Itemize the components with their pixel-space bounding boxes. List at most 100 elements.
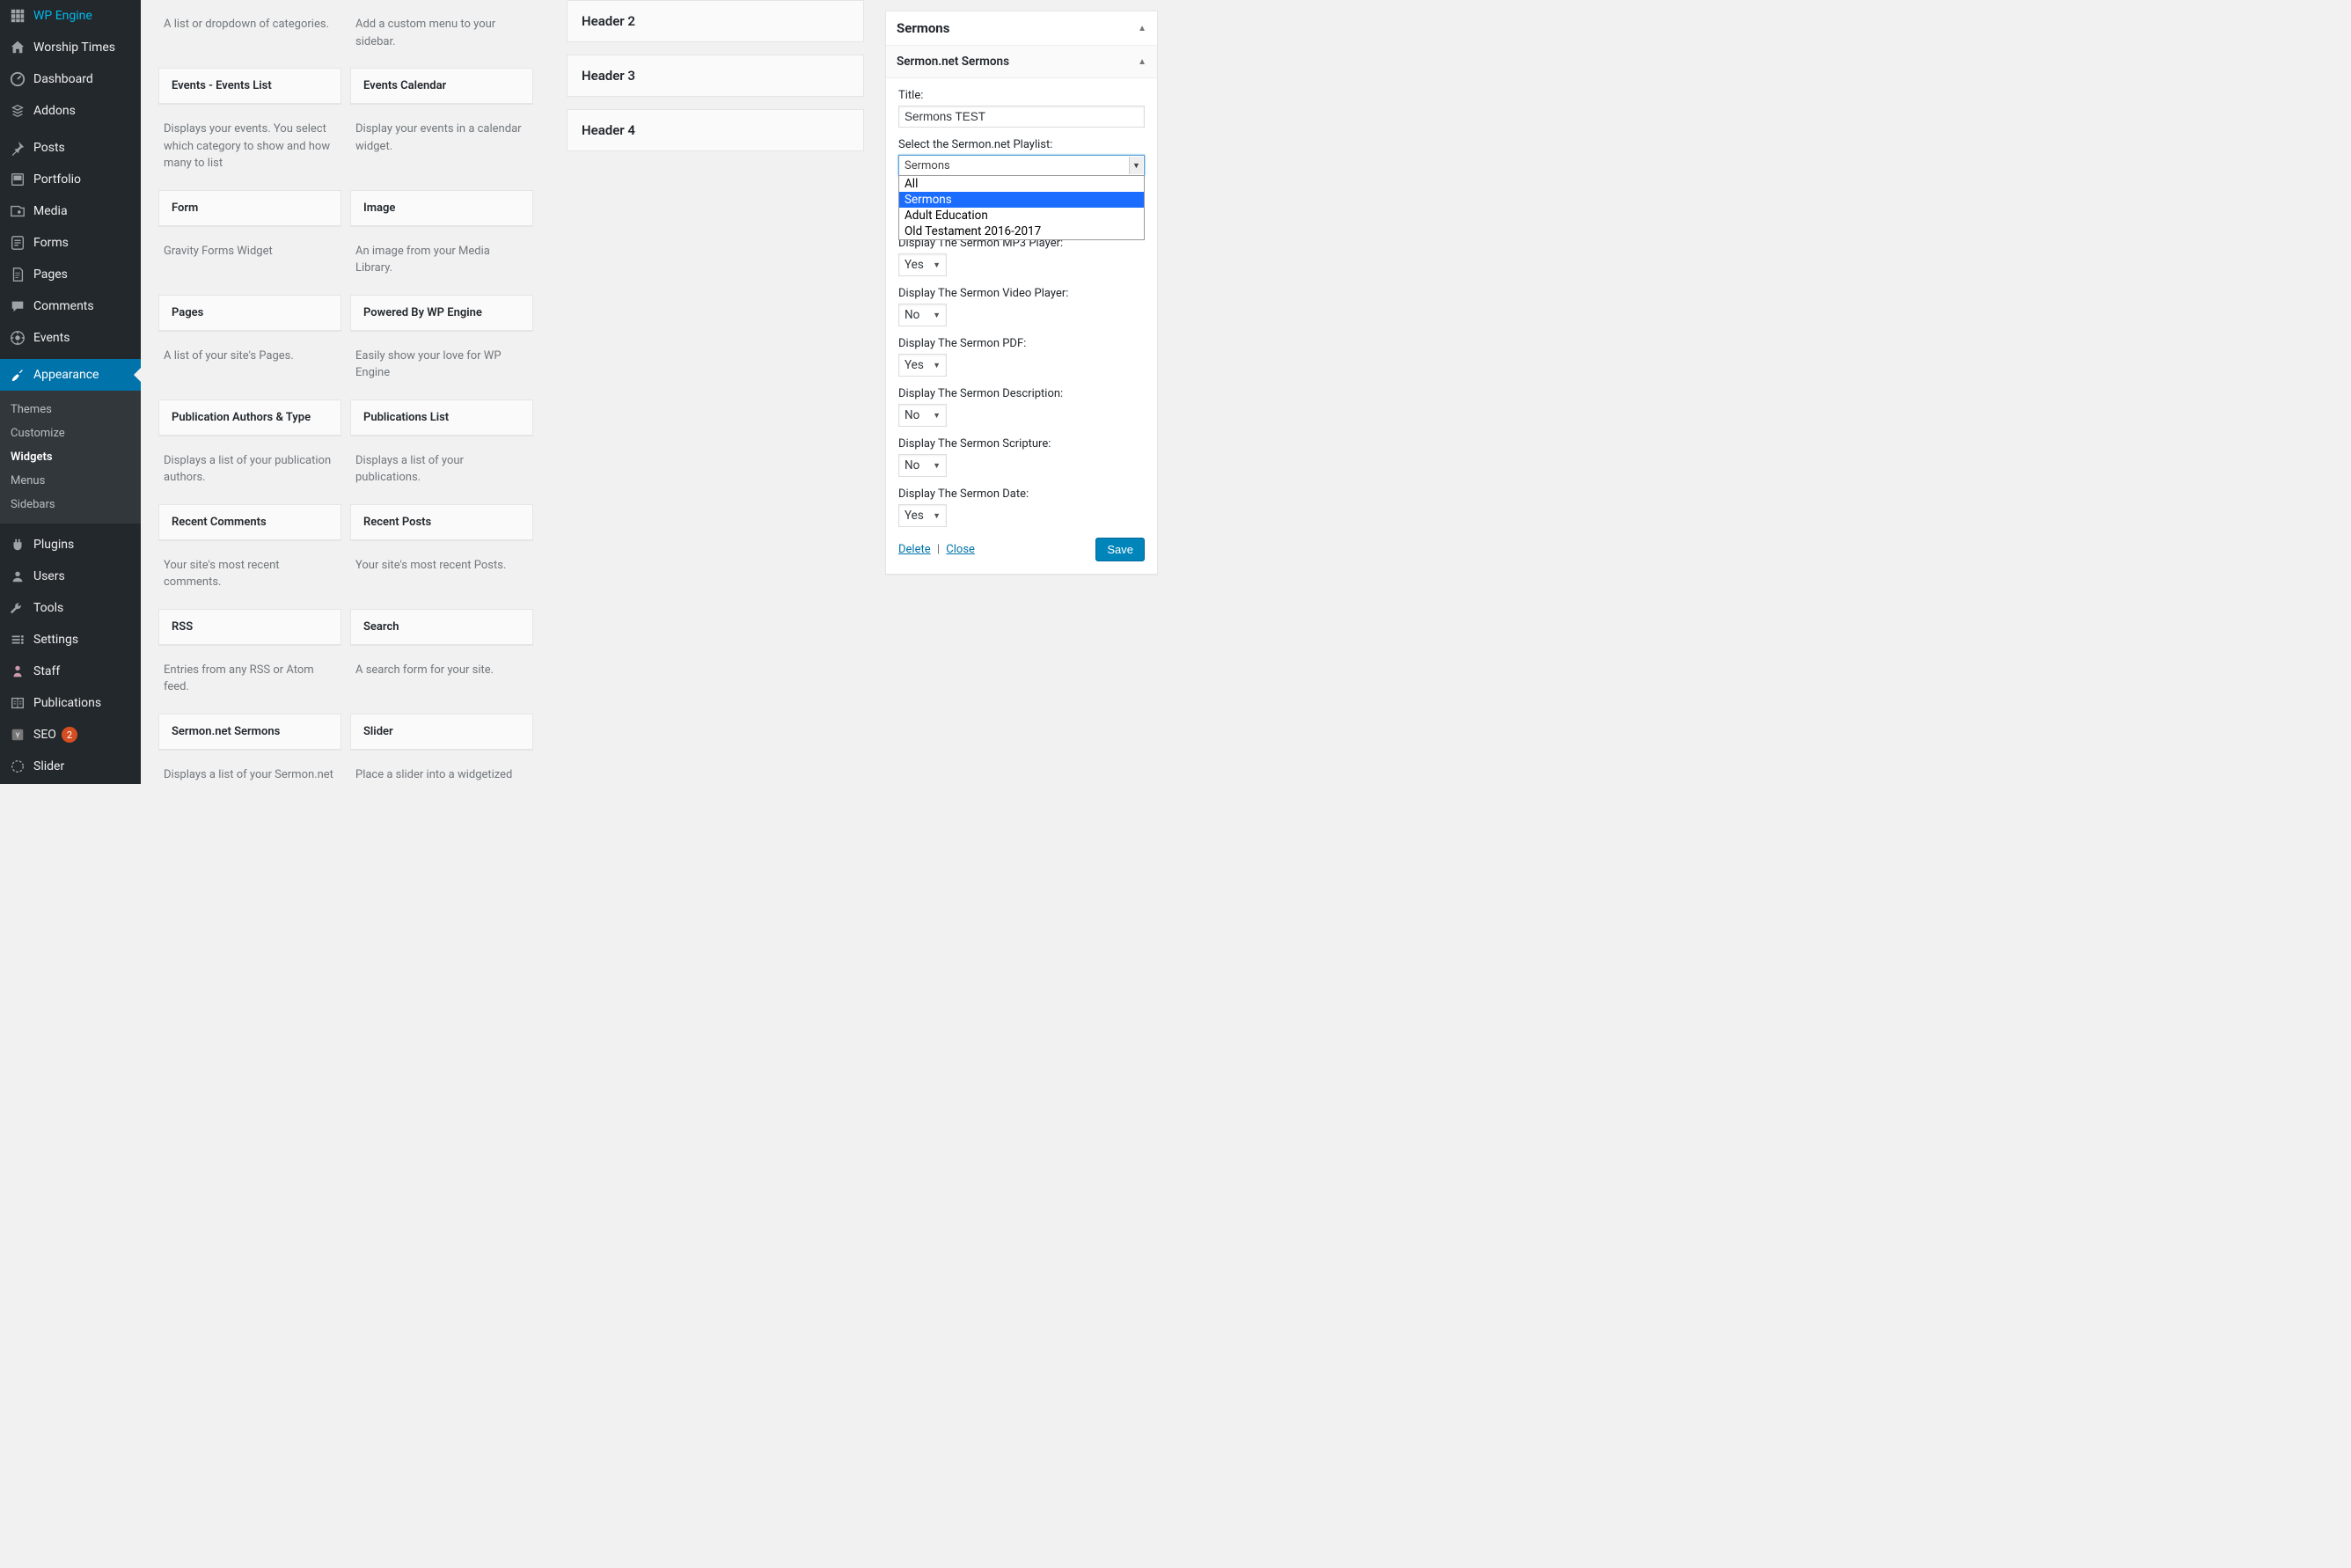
- desc-select[interactable]: No▼: [898, 404, 947, 427]
- widget-sermon-net-sermons[interactable]: Sermon.net Sermons: [158, 714, 341, 751]
- sidebar-item-addons[interactable]: Addons: [0, 95, 141, 127]
- sidebar-item-portfolio[interactable]: Portfolio: [0, 164, 141, 195]
- widget-areas: Header 2 Header 3 Header 4: [567, 0, 864, 784]
- sidebar-item-settings[interactable]: Settings: [0, 624, 141, 656]
- sidebar-item-posts[interactable]: Posts: [0, 132, 141, 164]
- sidebar-item-comments[interactable]: Comments: [0, 290, 141, 322]
- widget-title: Powered By WP Engine: [351, 296, 532, 331]
- svg-text:Y: Y: [16, 731, 20, 740]
- plugin-icon: [9, 536, 26, 553]
- sidebar-item-appearance[interactable]: Appearance: [0, 359, 141, 391]
- playlist-select-value: Sermons: [905, 159, 950, 172]
- widget-area-header-2[interactable]: Header 2: [567, 0, 864, 42]
- panel-title-row[interactable]: Sermons ▲: [886, 11, 1157, 45]
- sidebar-item-staff[interactable]: Staff: [0, 656, 141, 687]
- sidebar-item-label: Comments: [33, 299, 94, 313]
- widget-area-header-3[interactable]: Header 3: [567, 55, 864, 97]
- widget-events-calendar[interactable]: Events Calendar: [350, 68, 533, 105]
- widget-events-events-list[interactable]: Events - Events List: [158, 68, 341, 105]
- date-select[interactable]: Yes▼: [898, 504, 947, 527]
- widget-image[interactable]: Image: [350, 190, 533, 227]
- playlist-dropdown: AllSermonsAdult EducationOld Testament 2…: [898, 175, 1145, 240]
- sidebar-item-forms[interactable]: Forms: [0, 227, 141, 259]
- playlist-option[interactable]: Sermons: [899, 192, 1144, 208]
- sidebar-item-media[interactable]: Media: [0, 195, 141, 227]
- widget-title: Events - Events List: [159, 69, 341, 104]
- sidebar-item-cornerstone[interactable]: Cornerstone: [0, 782, 141, 784]
- submenu-item-sidebars[interactable]: Sidebars: [0, 493, 141, 517]
- sidebar-item-label: Tools: [33, 601, 63, 615]
- sidebar-item-wp-engine[interactable]: WP Engine: [0, 0, 141, 32]
- delete-link[interactable]: Delete: [898, 543, 931, 556]
- submenu-item-customize[interactable]: Customize: [0, 421, 141, 445]
- sidebar-item-dashboard[interactable]: Dashboard: [0, 63, 141, 95]
- submenu-item-menus[interactable]: Menus: [0, 469, 141, 493]
- collapse-icon: ▲: [1138, 24, 1146, 33]
- widget-title: Recent Comments: [159, 505, 341, 540]
- widget-pages[interactable]: Pages: [158, 295, 341, 332]
- playlist-select[interactable]: Sermons ▼: [898, 155, 1145, 176]
- sidebar-item-tools[interactable]: Tools: [0, 592, 141, 624]
- widget-powered-by-wp-engine[interactable]: Powered By WP Engine: [350, 295, 533, 332]
- sidebar-item-seo[interactable]: YSEO2: [0, 719, 141, 751]
- mp3-select[interactable]: Yes▼: [898, 253, 947, 276]
- widget-recent-posts[interactable]: Recent Posts: [350, 504, 533, 541]
- widget-instance-title: Sermon.net Sermons: [897, 55, 1009, 69]
- home-icon: [9, 39, 26, 56]
- sidebar-item-publications[interactable]: Publications: [0, 687, 141, 719]
- sidebar-item-worship-times[interactable]: Worship Times: [0, 32, 141, 63]
- submenu-item-widgets[interactable]: Widgets: [0, 445, 141, 469]
- events-icon: [9, 329, 26, 347]
- sidebar-item-label: Users: [33, 569, 65, 583]
- sidebar-item-label: Staff: [33, 664, 60, 678]
- playlist-option[interactable]: All: [899, 176, 1144, 192]
- widget-area-header-4[interactable]: Header 4: [567, 109, 864, 151]
- admin-sidebar: WP EngineWorship TimesDashboardAddons Po…: [0, 0, 141, 784]
- wpengine-icon: [9, 7, 26, 25]
- chevron-down-icon: ▼: [933, 260, 941, 270]
- close-link[interactable]: Close: [946, 543, 975, 556]
- widget-description: Place a slider into a widgetized area.: [350, 759, 533, 785]
- footer-links: Delete | Close: [898, 543, 975, 556]
- widget-publication-authors-type[interactable]: Publication Authors & Type: [158, 399, 341, 436]
- widget-publications-list[interactable]: Publications List: [350, 399, 533, 436]
- widget-title: Form: [159, 191, 341, 226]
- widget-title: Image: [351, 191, 532, 226]
- pdf-select[interactable]: Yes▼: [898, 354, 947, 377]
- addons-icon: [9, 102, 26, 120]
- widget-title: Events Calendar: [351, 69, 532, 104]
- sidebar-item-label: Forms: [33, 236, 69, 250]
- sidebar-item-label: Media: [33, 204, 68, 218]
- widget-title: Publications List: [351, 400, 532, 436]
- scripture-select[interactable]: No▼: [898, 454, 947, 477]
- media-icon: [9, 202, 26, 220]
- widget-description: Displays a list of your publication auth…: [158, 445, 341, 495]
- submenu-item-themes[interactable]: Themes: [0, 398, 141, 421]
- forms-icon: [9, 234, 26, 252]
- title-label: Title:: [898, 89, 1145, 102]
- sidebar-item-label: Publications: [33, 696, 101, 710]
- sidebar-item-plugins[interactable]: Plugins: [0, 529, 141, 561]
- sidebar-item-label: Appearance: [33, 368, 99, 382]
- sidebar-item-events[interactable]: Events: [0, 322, 141, 354]
- chevron-down-icon: ▼: [1129, 157, 1143, 174]
- desc-label: Display The Sermon Description:: [898, 387, 1145, 400]
- update-badge: 2: [62, 727, 77, 743]
- save-button[interactable]: Save: [1095, 538, 1145, 561]
- sidebar-item-pages[interactable]: Pages: [0, 259, 141, 290]
- widget-search[interactable]: Search: [350, 609, 533, 646]
- widget-recent-comments[interactable]: Recent Comments: [158, 504, 341, 541]
- video-select[interactable]: No▼: [898, 304, 947, 326]
- widget-form[interactable]: Form: [158, 190, 341, 227]
- title-input[interactable]: [898, 106, 1145, 128]
- widget-instance-header[interactable]: Sermon.net Sermons ▲: [886, 45, 1157, 77]
- video-label: Display The Sermon Video Player:: [898, 287, 1145, 300]
- widget-rss[interactable]: RSS: [158, 609, 341, 646]
- sidebar-item-label: Events: [33, 331, 70, 345]
- widget-slider[interactable]: Slider: [350, 714, 533, 751]
- sidebar-item-slider[interactable]: Slider: [0, 751, 141, 782]
- playlist-option[interactable]: Old Testament 2016-2017: [899, 223, 1144, 239]
- playlist-option[interactable]: Adult Education: [899, 208, 1144, 223]
- widget-description: Display your events in a calendar widget…: [350, 114, 533, 164]
- sidebar-item-users[interactable]: Users: [0, 561, 141, 592]
